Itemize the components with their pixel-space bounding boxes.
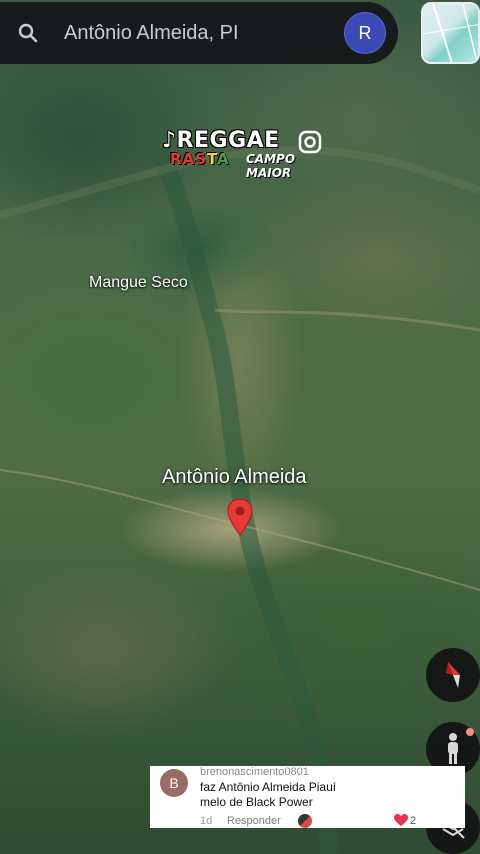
minimap-thumbnail[interactable] [421, 2, 480, 64]
comment-card[interactable]: B brenonascimento0801 faz Antônio Almeid… [150, 766, 465, 828]
location-pin-icon[interactable] [227, 498, 253, 536]
compass-button[interactable] [426, 648, 480, 702]
place-label-mangue-seco[interactable]: Mangue Seco [89, 274, 188, 292]
instagram-icon [298, 130, 322, 154]
notification-dot [466, 728, 474, 736]
compass-icon [446, 662, 460, 688]
watermark-logo: ♪REGGAE RASTA CAMPO MAIOR [162, 128, 326, 180]
place-label-antonio-almeida[interactable]: Antônio Almeida [162, 466, 307, 489]
watermark-rasta: RASTA [170, 150, 230, 168]
like-heart-icon[interactable] [394, 814, 408, 827]
comment-text-line-1: faz Antônio Almeida Piauí [200, 780, 337, 794]
commenter-username[interactable]: brenonascimento0801 [200, 766, 309, 778]
creator-liked-avatar [298, 814, 312, 828]
comment-text-line-2: melo de Black Power [200, 795, 313, 809]
search-bar[interactable]: Antônio Almeida, PI R [0, 2, 398, 64]
reply-button[interactable]: Responder [227, 815, 281, 827]
watermark-subtitle: CAMPO MAIOR [246, 152, 296, 180]
like-count: 2 [410, 815, 417, 827]
pegman-icon [448, 733, 458, 764]
commenter-avatar[interactable]: B [160, 769, 188, 797]
search-icon[interactable] [16, 21, 40, 45]
comment-timestamp: 1d [200, 815, 213, 827]
search-query-text[interactable]: Antônio Almeida, PI [64, 22, 344, 45]
account-avatar[interactable]: R [344, 12, 386, 54]
minimap-roads [423, 4, 478, 62]
